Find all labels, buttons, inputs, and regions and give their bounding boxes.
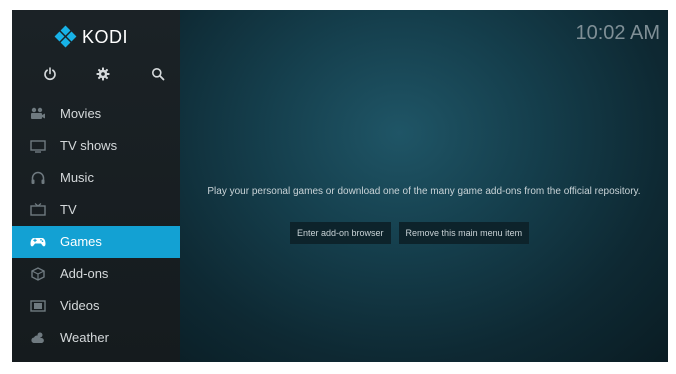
top-icon-bar <box>40 64 168 84</box>
search-icon[interactable] <box>148 64 168 84</box>
clock: 10:02 AM <box>575 22 660 44</box>
sidebar-item-videos[interactable]: Videos <box>12 290 180 322</box>
sidebar-item-tv[interactable]: TV <box>12 194 180 226</box>
sidebar-item-tv-shows[interactable]: TV shows <box>12 130 180 162</box>
tv-shows-icon <box>30 139 46 153</box>
tv-icon <box>30 203 46 217</box>
gamepad-icon <box>30 235 46 249</box>
sidebar-item-games[interactable]: Games <box>12 226 180 258</box>
kodi-logo[interactable]: KODI <box>54 25 129 48</box>
sidebar-item-label: Music <box>60 170 94 185</box>
games-info-message: Play your personal games or download one… <box>207 186 641 197</box>
sidebar-item-label: Videos <box>60 298 100 313</box>
movies-icon <box>30 107 46 121</box>
sidebar-item-weather[interactable]: Weather <box>12 322 180 354</box>
kodi-window: KODI Movies TV shows Music TV Games Add-… <box>12 10 668 362</box>
remove-menu-item-button[interactable]: Remove this main menu item <box>398 222 530 244</box>
sidebar: KODI Movies TV shows Music TV Games Add-… <box>12 10 180 362</box>
music-icon <box>30 171 46 185</box>
sidebar-item-label: Add-ons <box>60 266 109 281</box>
kodi-logo-icon <box>54 25 77 48</box>
addons-icon <box>30 267 46 281</box>
sidebar-item-movies[interactable]: Movies <box>12 98 180 130</box>
enter-addon-browser-button[interactable]: Enter add-on browser <box>290 222 391 244</box>
main-menu: Movies TV shows Music TV Games Add-ons V… <box>12 98 180 354</box>
power-icon[interactable] <box>40 64 60 84</box>
videos-icon <box>30 299 46 313</box>
sidebar-item-addons[interactable]: Add-ons <box>12 258 180 290</box>
sidebar-item-label: TV shows <box>60 138 118 153</box>
action-buttons: Enter add-on browser Remove this main me… <box>290 222 537 244</box>
sidebar-item-label: Movies <box>60 106 102 121</box>
sidebar-item-label: TV <box>60 202 77 217</box>
sidebar-item-music[interactable]: Music <box>12 162 180 194</box>
gear-icon[interactable] <box>93 64 113 84</box>
brand-name: KODI <box>82 26 129 47</box>
sidebar-item-label: Weather <box>60 330 109 345</box>
main-content: 10:02 AM Play your personal games or dow… <box>180 10 668 362</box>
weather-icon <box>30 331 46 345</box>
sidebar-item-label: Games <box>60 234 102 249</box>
